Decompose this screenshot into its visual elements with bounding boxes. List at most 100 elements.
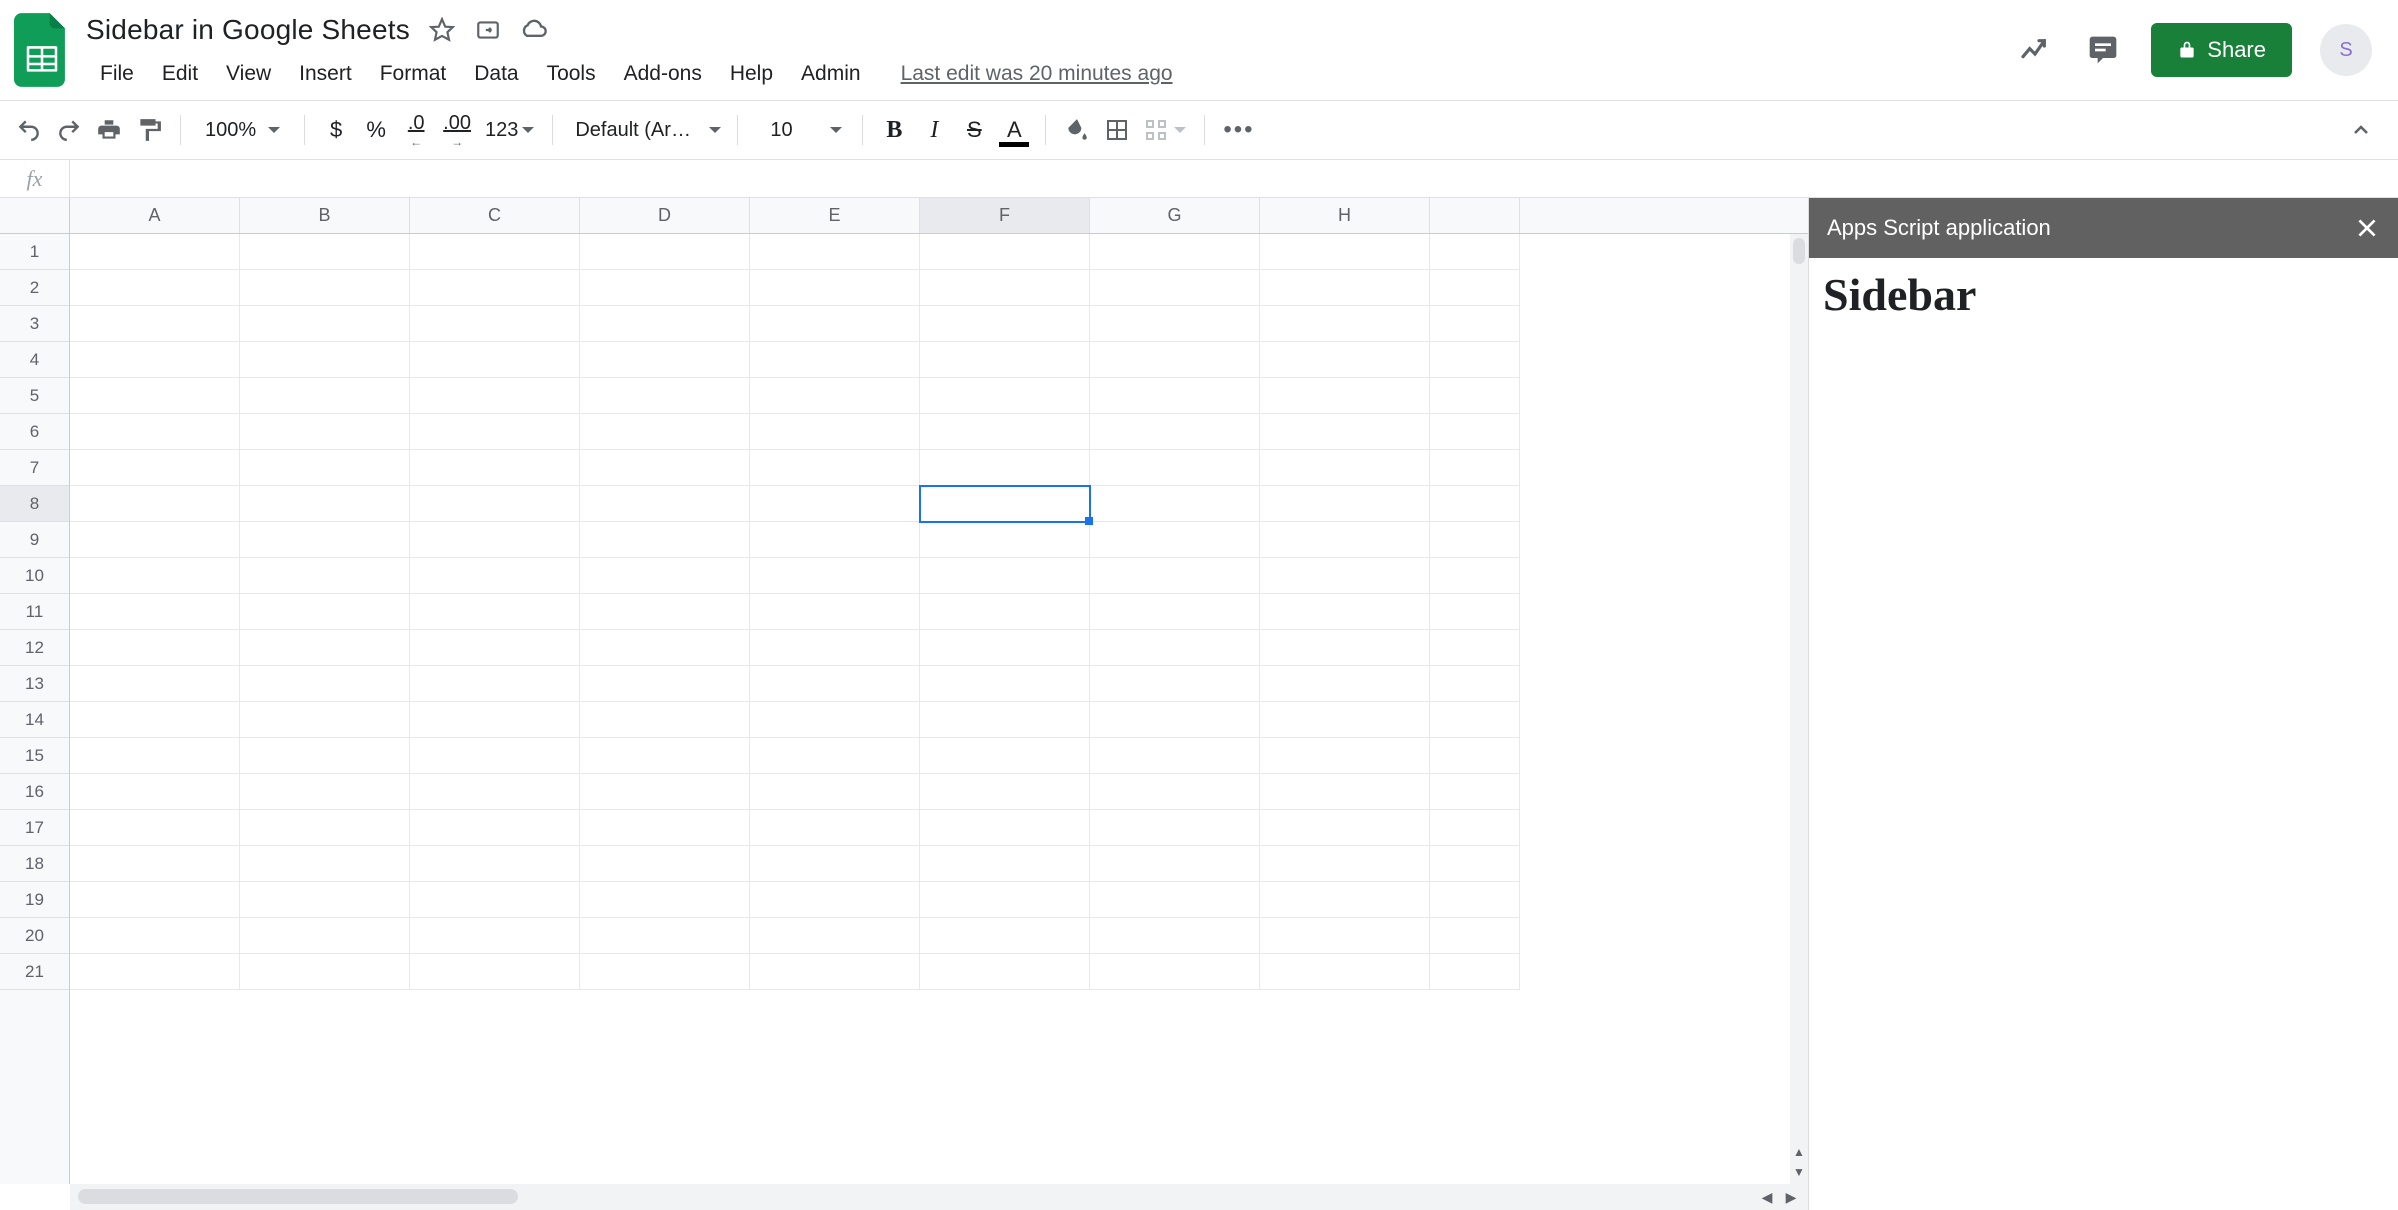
row-header[interactable]: 9 — [0, 522, 69, 558]
cell[interactable] — [1430, 558, 1520, 594]
cell[interactable] — [580, 378, 750, 414]
cell[interactable] — [1090, 414, 1260, 450]
select-all-corner[interactable] — [0, 198, 70, 234]
cell[interactable] — [410, 594, 580, 630]
cell[interactable] — [580, 954, 750, 990]
fx-label[interactable]: fx — [0, 160, 70, 197]
cell[interactable] — [1090, 774, 1260, 810]
cell[interactable] — [750, 558, 920, 594]
cell[interactable] — [410, 702, 580, 738]
cell[interactable] — [580, 450, 750, 486]
account-avatar[interactable]: S — [2320, 24, 2372, 76]
row-header[interactable]: 19 — [0, 882, 69, 918]
cell[interactable] — [580, 702, 750, 738]
cell[interactable] — [240, 378, 410, 414]
cell[interactable] — [1260, 954, 1430, 990]
cell[interactable] — [920, 558, 1090, 594]
cells[interactable] — [70, 234, 1808, 1184]
doc-title[interactable]: Sidebar in Google Sheets — [86, 14, 410, 46]
cell[interactable] — [1090, 810, 1260, 846]
cell[interactable] — [750, 846, 920, 882]
cell[interactable] — [1260, 810, 1430, 846]
cell[interactable] — [920, 342, 1090, 378]
column-header[interactable]: A — [70, 198, 240, 233]
cell[interactable] — [1260, 414, 1430, 450]
horizontal-scrollbar[interactable] — [70, 1184, 1750, 1210]
cell[interactable] — [580, 774, 750, 810]
cell[interactable] — [240, 810, 410, 846]
format-currency-button[interactable]: $ — [317, 111, 355, 149]
decrease-decimal-button[interactable]: .0← — [397, 111, 435, 149]
formula-input[interactable] — [70, 160, 2398, 197]
cell[interactable] — [1090, 270, 1260, 306]
cell[interactable] — [410, 810, 580, 846]
cell[interactable] — [70, 486, 240, 522]
cell[interactable] — [1430, 522, 1520, 558]
cell[interactable] — [240, 918, 410, 954]
cell[interactable] — [1090, 378, 1260, 414]
cell[interactable] — [580, 918, 750, 954]
menu-tools[interactable]: Tools — [533, 56, 610, 92]
scroll-down-icon[interactable]: ▼ — [1790, 1162, 1808, 1182]
redo-button[interactable] — [50, 111, 88, 149]
cell[interactable] — [410, 450, 580, 486]
cell[interactable] — [1260, 630, 1430, 666]
cell[interactable] — [1430, 378, 1520, 414]
cell[interactable] — [240, 450, 410, 486]
cell[interactable] — [1430, 666, 1520, 702]
cell[interactable] — [1090, 522, 1260, 558]
cell[interactable] — [240, 306, 410, 342]
italic-button[interactable]: I — [915, 111, 953, 149]
cell[interactable] — [240, 882, 410, 918]
borders-button[interactable] — [1098, 111, 1136, 149]
row-header[interactable]: 6 — [0, 414, 69, 450]
cell[interactable] — [70, 342, 240, 378]
cell[interactable] — [240, 522, 410, 558]
print-button[interactable] — [90, 111, 128, 149]
cell[interactable] — [410, 846, 580, 882]
column-header[interactable] — [1430, 198, 1520, 233]
row-header[interactable]: 14 — [0, 702, 69, 738]
menu-edit[interactable]: Edit — [148, 56, 212, 92]
row-header[interactable]: 13 — [0, 666, 69, 702]
cell[interactable] — [750, 270, 920, 306]
cell[interactable] — [750, 342, 920, 378]
cell[interactable] — [240, 954, 410, 990]
cell[interactable] — [750, 486, 920, 522]
cell[interactable] — [1430, 594, 1520, 630]
row-header[interactable]: 21 — [0, 954, 69, 990]
grid[interactable]: ABCDEFGH 1234567891011121314151617181920… — [0, 198, 1808, 1210]
row-header[interactable]: 1 — [0, 234, 69, 270]
cell[interactable] — [240, 630, 410, 666]
cell[interactable] — [580, 630, 750, 666]
cell[interactable] — [920, 738, 1090, 774]
move-icon[interactable] — [474, 16, 502, 44]
row-header[interactable]: 5 — [0, 378, 69, 414]
cell[interactable] — [750, 774, 920, 810]
cell[interactable] — [70, 810, 240, 846]
cell[interactable] — [70, 450, 240, 486]
column-header[interactable]: G — [1090, 198, 1260, 233]
cell[interactable] — [920, 810, 1090, 846]
cell[interactable] — [1260, 702, 1430, 738]
cell[interactable] — [580, 666, 750, 702]
column-header[interactable]: F — [920, 198, 1090, 233]
menu-view[interactable]: View — [212, 56, 285, 92]
row-header[interactable]: 17 — [0, 810, 69, 846]
paint-format-button[interactable] — [130, 111, 168, 149]
bold-button[interactable]: B — [875, 111, 913, 149]
cell[interactable] — [1260, 558, 1430, 594]
menu-help[interactable]: Help — [716, 56, 787, 92]
cell[interactable] — [750, 450, 920, 486]
menu-file[interactable]: File — [86, 56, 148, 92]
cell[interactable] — [240, 594, 410, 630]
cell[interactable] — [750, 810, 920, 846]
cell[interactable] — [70, 738, 240, 774]
cell[interactable] — [920, 234, 1090, 270]
column-header[interactable]: E — [750, 198, 920, 233]
cell[interactable] — [1430, 486, 1520, 522]
cell[interactable] — [1430, 414, 1520, 450]
cell[interactable] — [1430, 774, 1520, 810]
row-header[interactable]: 8 — [0, 486, 69, 522]
cell[interactable] — [1090, 918, 1260, 954]
